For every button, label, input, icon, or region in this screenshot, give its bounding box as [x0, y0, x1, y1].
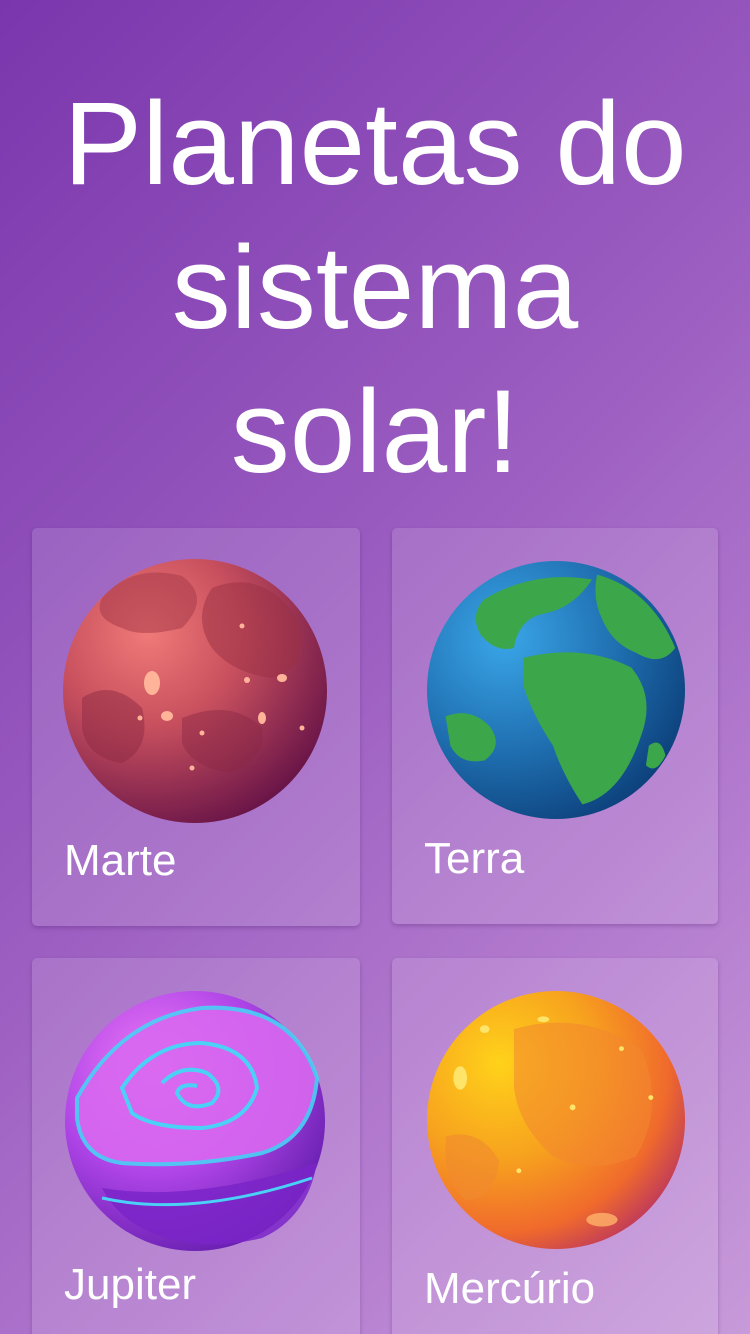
page-title: Planetas do sistema solar!: [0, 72, 750, 504]
page-title-line: sistema: [171, 222, 579, 354]
planet-name-label: Jupiter: [64, 1260, 197, 1309]
planet-card-mercurio[interactable]: Mercúrio: [392, 958, 718, 1334]
planet-name-label: Marte: [64, 836, 177, 885]
planet-name-label: Mercúrio: [424, 1264, 596, 1313]
planet-name-label: Terra: [424, 834, 525, 883]
mercury-planet-icon: [426, 990, 686, 1250]
planet-card-jupiter[interactable]: Jupiter: [32, 958, 360, 1334]
mars-planet-icon: [62, 558, 328, 824]
page-title-line: Planetas do: [63, 78, 687, 210]
page-title-line: solar!: [230, 366, 520, 498]
planet-card-terra[interactable]: Terra: [392, 528, 718, 924]
planet-card-marte[interactable]: Marte: [32, 528, 360, 926]
earth-planet-icon: [426, 560, 686, 820]
jupiter-planet-icon: [62, 988, 328, 1254]
